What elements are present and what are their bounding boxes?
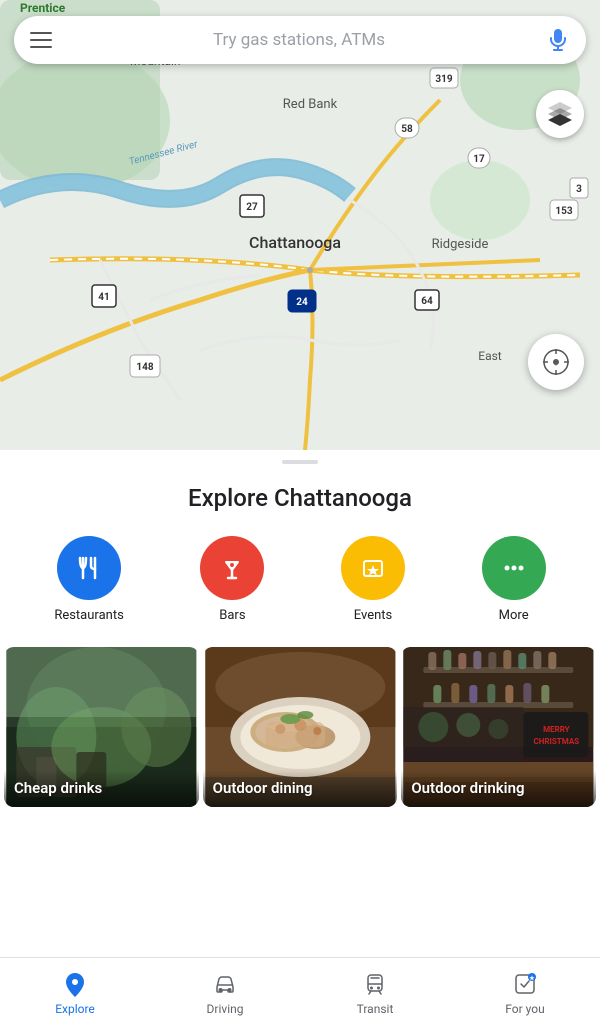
foryou-nav-label: For you	[505, 1002, 544, 1016]
events-icon	[341, 536, 405, 600]
svg-text:3: 3	[576, 184, 582, 195]
bars-icon	[200, 536, 264, 600]
search-placeholder: Try gas stations, ATMs	[52, 30, 546, 50]
explore-nav-icon	[61, 970, 89, 998]
card-cheap-drinks-label: Cheap drinks	[14, 779, 102, 797]
cards-row: Cheap drinks	[0, 647, 600, 807]
card-outdoor-dining[interactable]: Outdoor dining	[203, 647, 398, 807]
foryou-nav-icon: ★	[511, 970, 539, 998]
svg-text:27: 27	[246, 202, 258, 213]
svg-text:Prentice: Prentice	[20, 1, 66, 15]
svg-text:★: ★	[529, 975, 535, 982]
card-outdoor-drinking[interactable]: MERRY CHRISTMAS Outdoor drinking	[401, 647, 596, 807]
svg-text:Ridgeside: Ridgeside	[432, 237, 489, 252]
category-bars[interactable]: Bars	[200, 536, 264, 623]
card-cheap-drinks-overlay: Cheap drinks	[4, 770, 199, 807]
svg-text:?: ?	[554, 359, 558, 368]
mic-icon[interactable]	[546, 28, 570, 52]
svg-text:Chattanooga: Chattanooga	[249, 233, 341, 252]
driving-nav-icon	[211, 970, 239, 998]
bottom-navigation: Explore Driving Tr	[0, 957, 600, 1027]
map-layer-button[interactable]	[536, 90, 584, 138]
search-bar[interactable]: Try gas stations, ATMs	[14, 16, 586, 64]
nav-explore[interactable]: Explore	[0, 970, 150, 1016]
svg-text:41: 41	[98, 292, 109, 303]
svg-text:64: 64	[421, 296, 433, 307]
svg-text:24: 24	[296, 297, 308, 308]
explore-title: Explore Chattanooga	[0, 464, 600, 536]
bars-label: Bars	[219, 608, 245, 623]
driving-nav-label: Driving	[207, 1002, 244, 1016]
card-outdoor-dining-overlay: Outdoor dining	[203, 770, 398, 807]
hamburger-icon[interactable]	[30, 32, 52, 48]
card-cheap-drinks[interactable]: Cheap drinks	[4, 647, 199, 807]
card-outdoor-drinking-overlay: Outdoor drinking	[401, 770, 596, 807]
restaurants-icon	[57, 536, 121, 600]
svg-text:MERRY: MERRY	[543, 725, 570, 734]
svg-text:CHRISTMAS: CHRISTMAS	[534, 737, 580, 746]
svg-text:319: 319	[435, 74, 452, 85]
card-outdoor-dining-label: Outdoor dining	[213, 779, 313, 797]
svg-text:58: 58	[401, 124, 413, 135]
category-events[interactable]: Events	[341, 536, 405, 623]
nav-transit[interactable]: Transit	[300, 970, 450, 1016]
svg-text:East: East	[478, 349, 502, 363]
more-label: More	[499, 608, 529, 623]
events-label: Events	[354, 608, 392, 623]
card-outdoor-drinking-label: Outdoor drinking	[411, 779, 524, 797]
nav-foryou[interactable]: ★ For you	[450, 970, 600, 1016]
bottom-panel: Explore Chattanooga Restaurants	[0, 460, 600, 887]
category-restaurants[interactable]: Restaurants	[54, 536, 123, 623]
explore-nav-label: Explore	[55, 1002, 95, 1016]
svg-text:17: 17	[473, 154, 485, 165]
map-container[interactable]: Tennessee River 319 58 17 153	[0, 0, 600, 450]
svg-text:148: 148	[136, 362, 153, 373]
category-more[interactable]: More	[482, 536, 546, 623]
svg-text:153: 153	[555, 206, 572, 217]
transit-nav-label: Transit	[357, 1002, 394, 1016]
svg-text:Red Bank: Red Bank	[283, 97, 338, 112]
categories-row: Restaurants Bars Events	[0, 536, 600, 647]
restaurants-label: Restaurants	[54, 608, 123, 623]
nav-driving[interactable]: Driving	[150, 970, 300, 1016]
more-icon	[482, 536, 546, 600]
location-button[interactable]: ?	[528, 334, 584, 390]
transit-nav-icon	[361, 970, 389, 998]
